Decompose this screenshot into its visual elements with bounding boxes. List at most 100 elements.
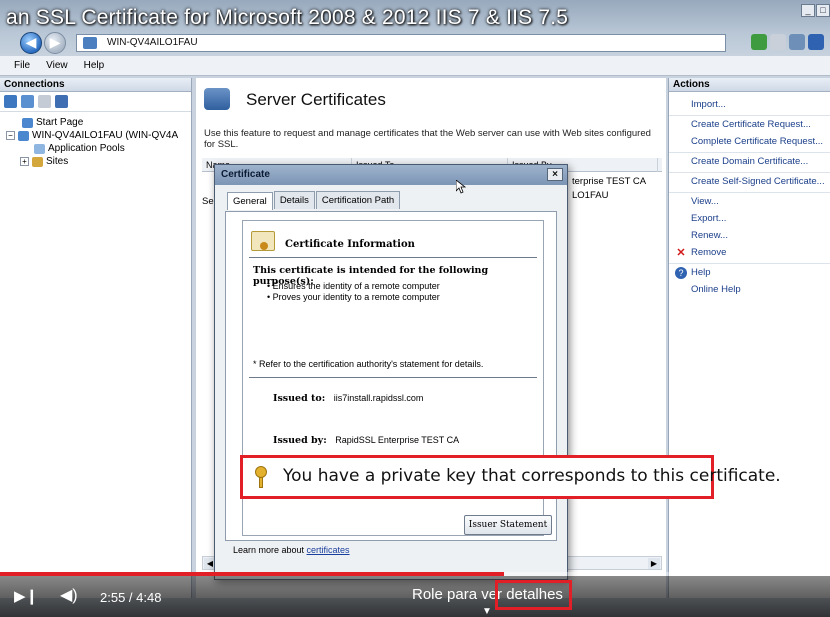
play-next-icon[interactable]: ▶❙: [14, 588, 40, 606]
address-bar[interactable]: WIN-QV4AILO1FAU: [76, 34, 726, 52]
back-arrow-icon[interactable]: ◀: [20, 32, 42, 54]
tree-label: WIN-QV4AILO1FAU (WIN-QV4A: [32, 130, 179, 141]
connect-icon[interactable]: [4, 95, 17, 108]
dialog-tabs: General Details Certification Path: [227, 191, 401, 210]
up-icon[interactable]: [38, 95, 51, 108]
divider: [249, 257, 537, 258]
grid-cell-name[interactable]: Se: [202, 196, 214, 207]
issued-by-row: Issued by: RapidSSL Enterprise TEST CA: [273, 435, 459, 446]
mouse-cursor-icon: [456, 180, 466, 194]
action-view[interactable]: View...: [669, 192, 830, 210]
collapse-toggle[interactable]: −: [6, 131, 15, 140]
start-page-icon: [22, 117, 33, 128]
window-controls: _ □: [801, 4, 830, 17]
action-label: Export...: [691, 213, 727, 224]
key-icon: [255, 466, 267, 488]
minimize-button[interactable]: _: [801, 4, 815, 17]
action-label: Renew...: [691, 230, 728, 241]
purpose-item: • Ensures the identity of a remote compu…: [267, 281, 440, 291]
help-icon[interactable]: [808, 34, 824, 50]
sites-icon: [32, 156, 43, 167]
private-key-callout: You have a private key that corresponds …: [240, 455, 781, 499]
volume-icon[interactable]: ◀): [60, 586, 82, 606]
stop-icon[interactable]: [770, 34, 786, 50]
toolbar-icons: [751, 34, 824, 50]
forward-arrow-icon[interactable]: ▶: [44, 32, 66, 54]
tab-details[interactable]: Details: [273, 191, 315, 209]
grid-cell-issued-by[interactable]: terprise TEST CA: [572, 176, 646, 187]
save-icon[interactable]: [21, 95, 34, 108]
close-icon[interactable]: ×: [547, 168, 563, 181]
certificate-dialog: Certificate × General Details Certificat…: [214, 164, 568, 580]
page-description: Use this feature to request and manage c…: [204, 128, 651, 150]
learn-more-prefix: Learn more about: [233, 545, 307, 555]
server-certificates-icon: [204, 88, 230, 110]
scroll-right-icon[interactable]: ▶: [648, 558, 660, 569]
menu-view[interactable]: View: [46, 60, 68, 75]
purpose-item: • Proves your identity to a remote compu…: [267, 292, 440, 302]
action-export[interactable]: Export...: [669, 210, 830, 227]
action-label: Online Help: [691, 284, 741, 295]
action-label: Create Domain Certificate...: [691, 156, 809, 167]
action-label: Remove: [691, 247, 727, 258]
connect-server-icon[interactable]: [55, 95, 68, 108]
issued-to-row: Issued to: iis7install.rapidssl.com: [273, 393, 423, 404]
server-icon: [18, 130, 29, 141]
menu-help[interactable]: Help: [84, 60, 105, 75]
issued-to-value: iis7install.rapidssl.com: [333, 393, 424, 403]
tab-certification-path[interactable]: Certification Path: [315, 191, 401, 209]
action-renew[interactable]: Renew...: [669, 227, 830, 244]
remove-icon: ✕: [676, 247, 686, 259]
tab-general[interactable]: General: [227, 192, 273, 210]
dialog-title: Certificate: [221, 169, 270, 180]
divider: [249, 377, 537, 378]
menu-bar: File View Help: [0, 56, 830, 76]
issued-by-label: Issued by:: [273, 435, 327, 446]
actions-list: Import... Create Certificate Request... Co…: [669, 92, 830, 298]
tree-label: Sites: [46, 156, 69, 167]
chevron-down-icon[interactable]: ▼: [482, 606, 492, 617]
home-icon[interactable]: [789, 34, 805, 50]
grid-cell-issued-to[interactable]: LO1FAU: [572, 190, 608, 201]
video-controls: ▶❙ ◀) 2:55 / 4:48 Role para ver detalhes…: [0, 576, 830, 617]
action-label: Complete Certificate Request...: [691, 136, 824, 147]
connect-icon[interactable]: [751, 34, 767, 50]
private-key-note: You have a private key that corresponds …: [283, 466, 781, 486]
issued-by-value: RapidSSL Enterprise TEST CA: [335, 435, 460, 445]
issued-to-label: Issued to:: [273, 393, 326, 404]
action-complete-certificate-request[interactable]: Complete Certificate Request...: [669, 133, 830, 150]
window-titlebar: an SSL Certificate for Microsoft 2008 & …: [0, 0, 830, 56]
tree-item-server[interactable]: − WIN-QV4AILO1FAU (WIN-QV4A: [6, 129, 191, 142]
help-icon: ?: [675, 267, 687, 279]
action-remove[interactable]: ✕ Remove: [669, 244, 830, 261]
purpose-list: • Ensures the identity of a remote compu…: [267, 281, 440, 303]
tree-item-start-page[interactable]: Start Page: [6, 116, 191, 129]
tree-label: Start Page: [36, 117, 84, 128]
action-label: Help: [691, 267, 711, 278]
connections-toolbar: [0, 92, 191, 112]
action-label: Import...: [691, 99, 726, 110]
action-label: Create Certificate Request...: [691, 119, 811, 130]
action-help[interactable]: ? Help: [669, 263, 830, 281]
action-create-domain-certificate[interactable]: Create Domain Certificate...: [669, 152, 830, 170]
server-icon: [83, 37, 97, 49]
action-online-help[interactable]: Online Help: [669, 281, 830, 298]
tree-item-app-pools[interactable]: Application Pools: [6, 142, 191, 155]
issuer-statement-button[interactable]: Issuer Statement: [464, 515, 552, 535]
action-label: Create Self-Signed Certificate...: [691, 176, 825, 187]
certificate-info-title: Certificate Information: [285, 239, 415, 250]
maximize-button[interactable]: □: [816, 4, 830, 17]
connections-tree: Start Page − WIN-QV4AILO1FAU (WIN-QV4A A…: [0, 112, 191, 168]
certificate-icon: [251, 231, 275, 251]
expand-toggle[interactable]: +: [20, 157, 29, 166]
connections-pane: Connections Start Page − WIN-QV4AILO1FAU…: [0, 78, 192, 598]
action-create-self-signed-certificate[interactable]: Create Self-Signed Certificate...: [669, 172, 830, 190]
details-callout-box: [495, 580, 572, 610]
menu-file[interactable]: File: [14, 60, 30, 75]
action-import[interactable]: Import...: [669, 96, 830, 113]
action-label: View...: [691, 196, 719, 207]
certificates-link[interactable]: certificates: [307, 545, 350, 555]
page-title: Server Certificates: [246, 90, 386, 109]
action-create-certificate-request[interactable]: Create Certificate Request...: [669, 115, 830, 133]
tree-item-sites[interactable]: + Sites: [6, 155, 191, 168]
